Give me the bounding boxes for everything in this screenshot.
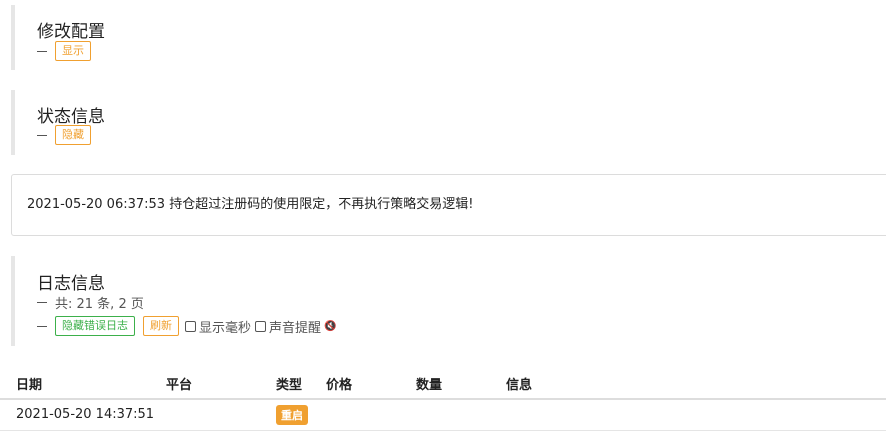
show-ms-label: 显示毫秒 xyxy=(199,320,252,336)
column-header-platform: 平台 xyxy=(166,378,193,393)
column-header-price: 价格 xyxy=(326,378,353,393)
log-table-header: 日期 平台 类型 价格 数量 信息 xyxy=(0,374,886,400)
log-section: 日志信息 共: 21 条, 2 页 隐藏错误日志 刷新 显示毫秒 声音提醒 🔇 xyxy=(11,256,886,346)
hide-error-log-button[interactable]: 隐藏错误日志 xyxy=(55,316,135,336)
status-title: 状态信息 xyxy=(37,107,105,127)
column-header-amount: 数量 xyxy=(416,378,443,393)
table-row: 2021-05-20 14:37:51 重启 xyxy=(0,400,886,431)
status-message: 2021-05-20 06:37:53 持仓超过注册码的使用限定，不再执行策略交… xyxy=(27,197,474,212)
log-controls: 隐藏错误日志 刷新 显示毫秒 声音提醒 🔇 xyxy=(37,316,336,336)
dash-icon xyxy=(37,325,47,327)
column-header-type: 类型 xyxy=(276,378,303,393)
config-show-button[interactable]: 显示 xyxy=(55,41,91,61)
show-ms-checkbox[interactable] xyxy=(185,320,196,332)
dash-icon xyxy=(37,302,47,303)
dash-icon xyxy=(37,134,47,136)
log-summary-line: 共: 21 条, 2 页 xyxy=(37,293,144,312)
row-date: 2021-05-20 14:37:51 xyxy=(16,407,155,422)
dash-icon xyxy=(37,50,47,52)
column-header-info: 信息 xyxy=(506,378,533,393)
sound-alert-label: 声音提醒 xyxy=(269,320,322,336)
column-header-date: 日期 xyxy=(16,378,43,393)
status-controls: 隐藏 xyxy=(37,125,91,145)
config-section: 修改配置 显示 xyxy=(11,5,886,70)
log-title: 日志信息 xyxy=(37,274,105,294)
refresh-button[interactable]: 刷新 xyxy=(143,316,179,336)
config-controls: 显示 xyxy=(37,41,91,61)
status-message-box: 2021-05-20 06:37:53 持仓超过注册码的使用限定，不再执行策略交… xyxy=(11,174,886,236)
config-title: 修改配置 xyxy=(37,22,105,42)
log-summary: 共: 21 条, 2 页 xyxy=(55,297,144,312)
status-section: 状态信息 隐藏 xyxy=(11,90,886,155)
row-type-badge: 重启 xyxy=(276,405,308,425)
speaker-mute-icon[interactable]: 🔇 xyxy=(324,321,336,332)
status-hide-button[interactable]: 隐藏 xyxy=(55,125,91,145)
sound-alert-checkbox[interactable] xyxy=(255,320,267,332)
